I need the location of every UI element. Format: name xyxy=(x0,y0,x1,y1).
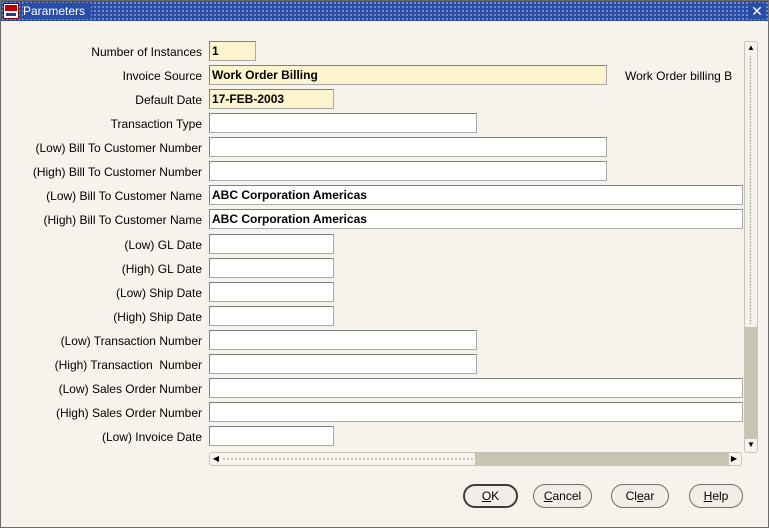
close-icon[interactable]: ✕ xyxy=(749,3,765,19)
ok-button[interactable]: OK xyxy=(463,484,518,508)
label-high-transaction-number: (High) Transaction Number xyxy=(54,358,202,372)
high-gl-date-field[interactable] xyxy=(209,258,334,278)
label-low-bill-to-customer-number: (Low) Bill To Customer Number xyxy=(35,141,203,155)
title-bar[interactable]: Parameters ✕ xyxy=(1,1,768,21)
label-high-sales-order-number: (High) Sales Order Number xyxy=(55,406,202,420)
label-number-of-instances: Number of Instances xyxy=(91,45,202,59)
label-low-sales-order-number: (Low) Sales Order Number xyxy=(58,382,202,396)
ok-label-rest: K xyxy=(491,489,500,503)
label-default-date: Default Date xyxy=(135,93,202,107)
label-low-bill-to-customer-name: (Low) Bill To Customer Name xyxy=(46,189,202,203)
clear-mnemonic: e xyxy=(636,489,644,503)
low-transaction-number-field[interactable] xyxy=(209,330,477,350)
label-invoice-source: Invoice Source xyxy=(122,69,202,83)
cancel-label-rest: ancel xyxy=(552,489,582,503)
ok-mnemonic: O xyxy=(481,489,492,503)
high-sales-order-number-field[interactable] xyxy=(209,402,743,422)
high-bill-to-customer-number-field[interactable] xyxy=(209,161,607,181)
clear-label-rest: ar xyxy=(643,489,655,503)
scroll-right-icon[interactable]: ▶ xyxy=(729,454,739,464)
parameters-form: Number of Instances 1 Invoice Source Wor… xyxy=(1,22,768,527)
high-transaction-number-field[interactable] xyxy=(209,354,477,374)
invoice-source-description: Work Order billing B xyxy=(625,69,733,83)
low-sales-order-number-field[interactable] xyxy=(209,378,743,398)
label-low-gl-date: (Low) GL Date xyxy=(124,238,202,252)
clear-label-pre: Cl xyxy=(625,489,637,503)
label-low-invoice-date: (Low) Invoice Date xyxy=(101,430,202,444)
low-gl-date-field[interactable] xyxy=(209,234,334,254)
window-title: Parameters xyxy=(23,3,92,19)
low-bill-to-customer-name-field[interactable]: ABC Corporation Americas xyxy=(209,185,743,205)
transaction-type-field[interactable] xyxy=(209,113,477,133)
low-bill-to-customer-number-field[interactable] xyxy=(209,137,607,157)
label-high-gl-date: (High) GL Date xyxy=(121,262,202,276)
scroll-down-icon[interactable]: ▼ xyxy=(746,440,756,450)
high-bill-to-customer-name-field[interactable]: ABC Corporation Americas xyxy=(209,209,743,229)
number-of-instances-field[interactable]: 1 xyxy=(209,41,256,61)
low-invoice-date-field[interactable] xyxy=(209,426,334,446)
label-low-ship-date: (Low) Ship Date xyxy=(115,286,202,300)
oracle-app-icon xyxy=(3,3,19,19)
low-ship-date-field[interactable] xyxy=(209,282,334,302)
label-high-ship-date: (High) Ship Date xyxy=(113,310,202,324)
horizontal-scroll-thumb[interactable] xyxy=(222,453,474,465)
default-date-field[interactable]: 17-FEB-2003 xyxy=(209,89,334,109)
scroll-left-icon[interactable]: ◀ xyxy=(211,454,221,464)
parameters-window: Parameters ✕ Number of Instances 1 Invoi… xyxy=(0,0,769,528)
horizontal-scroll-track[interactable] xyxy=(475,453,729,465)
vertical-scrollbar[interactable]: ▲ ▼ xyxy=(744,41,758,453)
label-high-bill-to-customer-number: (High) Bill To Customer Number xyxy=(32,165,202,179)
vertical-scroll-thumb[interactable] xyxy=(745,54,757,324)
vertical-scroll-track[interactable] xyxy=(745,327,757,439)
high-ship-date-field[interactable] xyxy=(209,306,334,326)
label-low-transaction-number: (Low) Transaction Number xyxy=(60,334,202,348)
cancel-button[interactable]: Cancel xyxy=(533,484,592,508)
scroll-up-icon[interactable]: ▲ xyxy=(746,43,756,53)
label-high-bill-to-customer-name: (High) Bill To Customer Name xyxy=(43,213,203,227)
label-transaction-type: Transaction Type xyxy=(110,117,202,131)
horizontal-scrollbar[interactable]: ◀ ▶ xyxy=(209,452,742,466)
invoice-source-field[interactable]: Work Order Billing xyxy=(209,65,607,85)
clear-button[interactable]: Clear xyxy=(611,484,669,508)
help-button[interactable]: Help xyxy=(689,484,743,508)
help-label-rest: elp xyxy=(712,489,729,503)
